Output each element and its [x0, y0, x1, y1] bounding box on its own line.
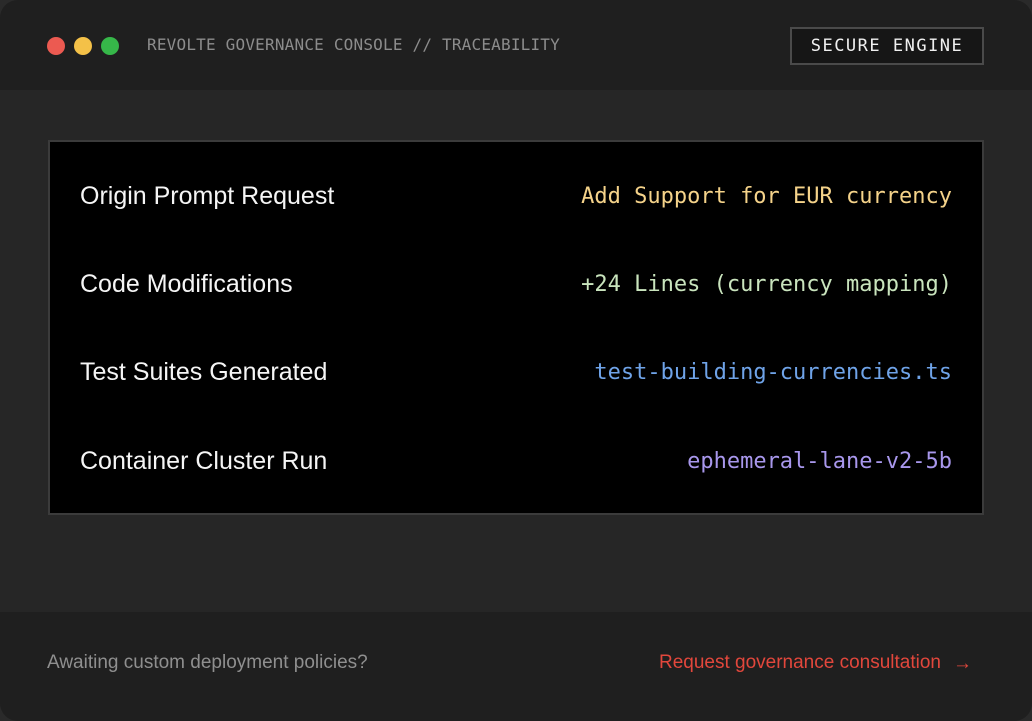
- maximize-dot[interactable]: [101, 37, 119, 55]
- trace-row-label: Code Modifications: [80, 269, 293, 298]
- trace-row-code-modifications: Code Modifications +24 Lines (currency m…: [80, 254, 952, 314]
- trace-row-label: Container Cluster Run: [80, 446, 328, 475]
- trace-row-origin-prompt: Origin Prompt Request Add Support for EU…: [80, 166, 952, 226]
- trace-row-container-cluster: Container Cluster Run ephemeral-lane-v2-…: [80, 431, 952, 491]
- trace-row-label: Test Suites Generated: [80, 357, 328, 386]
- footer-note: Awaiting custom deployment policies?: [47, 652, 368, 673]
- request-consultation-link[interactable]: Request governance consultation →: [659, 652, 972, 674]
- trace-row-label: Origin Prompt Request: [80, 181, 335, 210]
- trace-row-value: +24 Lines (currency mapping): [581, 271, 952, 297]
- console-window: REVOLTE GOVERNANCE CONSOLE // TRACEABILI…: [0, 0, 1032, 721]
- window-controls: [47, 37, 119, 55]
- close-dot[interactable]: [47, 37, 65, 55]
- trace-row-test-suites: Test Suites Generated test-building-curr…: [80, 342, 952, 402]
- footer-bar: Awaiting custom deployment policies? Req…: [0, 612, 1032, 721]
- traceability-panel: Origin Prompt Request Add Support for EU…: [48, 140, 984, 515]
- minimize-dot[interactable]: [74, 37, 92, 55]
- cta-label: Request governance consultation: [658, 652, 941, 673]
- trace-row-value[interactable]: ephemeral-lane-v2-5b: [687, 449, 952, 474]
- secure-engine-badge: SECURE ENGINE: [790, 27, 984, 65]
- window-title: REVOLTE GOVERNANCE CONSOLE // TRACEABILI…: [147, 35, 560, 54]
- arrow-right-icon: →: [953, 652, 972, 674]
- title-bar: REVOLTE GOVERNANCE CONSOLE // TRACEABILI…: [0, 0, 1032, 90]
- trace-row-value[interactable]: test-building-currencies.ts: [594, 360, 952, 385]
- trace-row-value: Add Support for EUR currency: [581, 183, 952, 209]
